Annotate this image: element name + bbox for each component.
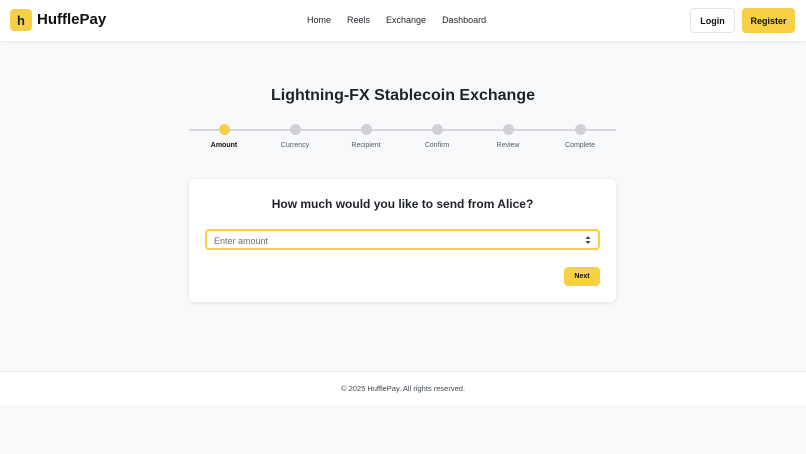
brand-name[interactable]: HufflePay — [37, 11, 106, 28]
step-label-review: Review — [496, 142, 520, 149]
top-navbar: h HufflePay Home Reels Exchange Dashboar… — [0, 0, 806, 41]
nav-item-reels[interactable]: Reels — [347, 15, 370, 25]
step-dot-recipient — [361, 124, 372, 135]
copyright-text: © 2025 HufflePay. All rights reserved. — [340, 384, 466, 393]
amount-input-wrapper — [205, 229, 600, 250]
main-nav: Home Reels Exchange Dashboard — [307, 15, 502, 25]
step-label-recipient: Recipient — [351, 142, 381, 149]
nav-item-exchange[interactable]: Exchange — [386, 15, 426, 25]
footer: © 2025 HufflePay. All rights reserved. — [0, 371, 806, 405]
step-label-complete: Complete — [565, 142, 595, 149]
step-dot-amount — [219, 124, 230, 135]
step-label-currency: Currency — [280, 142, 310, 149]
step-dot-review — [503, 124, 514, 135]
nav-item-dashboard[interactable]: Dashboard — [442, 15, 486, 25]
amount-question: How much would you like to send from Ali… — [271, 197, 534, 211]
stepper-track — [189, 129, 616, 131]
amount-card: How much would you like to send from Ali… — [189, 179, 616, 302]
next-button[interactable]: Next — [564, 267, 600, 286]
login-button[interactable]: Login — [690, 8, 735, 33]
amount-input[interactable] — [207, 232, 598, 250]
register-button[interactable]: Register — [742, 8, 795, 33]
step-dot-currency — [290, 124, 301, 135]
step-label-confirm: Confirm — [424, 142, 450, 149]
page-title: Lightning-FX Stablecoin Exchange — [270, 87, 535, 104]
step-label-amount: Amount — [210, 142, 238, 149]
logo-icon[interactable]: h — [10, 9, 32, 31]
step-dot-confirm — [432, 124, 443, 135]
nav-item-home[interactable]: Home — [307, 15, 331, 25]
number-spinner-icon[interactable] — [585, 235, 591, 245]
step-dot-complete — [575, 124, 586, 135]
